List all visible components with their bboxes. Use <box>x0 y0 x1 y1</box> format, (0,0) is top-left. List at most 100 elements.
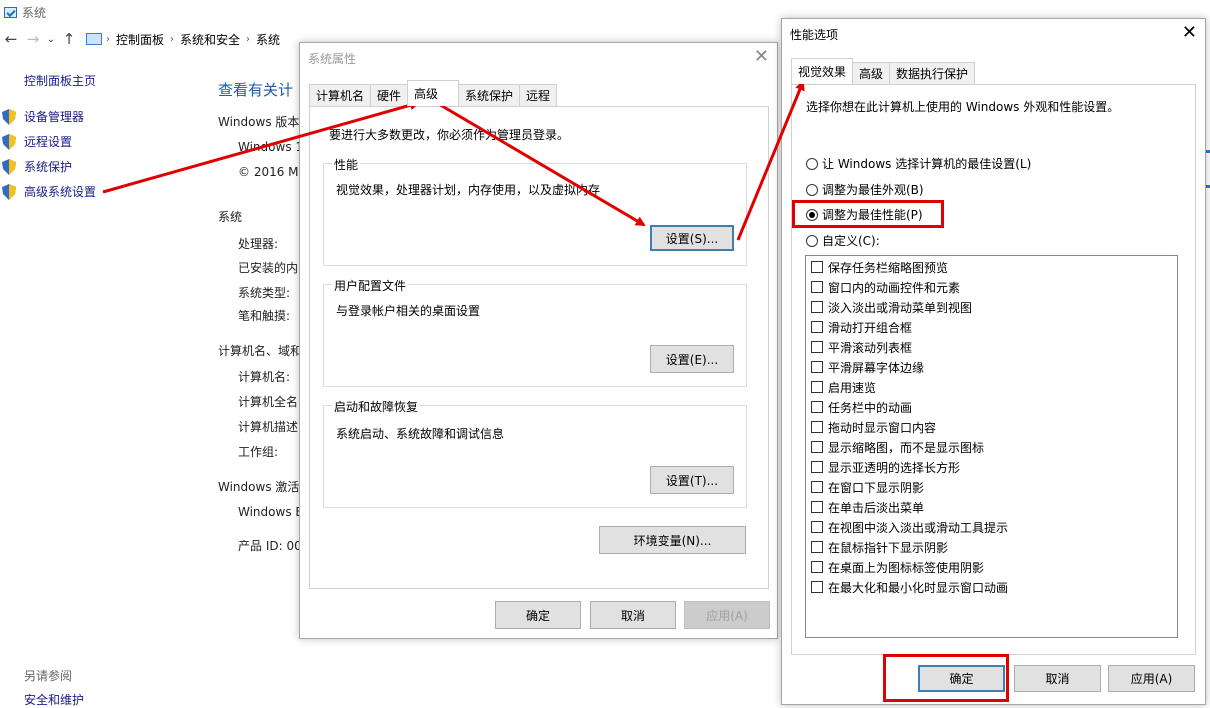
description-label: 计算机描述 <box>238 420 299 434</box>
option-show-thumbnails[interactable]: 显示缩略图，而不是显示图标 <box>811 437 984 457</box>
radio-custom[interactable]: 自定义(C): <box>806 232 880 249</box>
checkbox[interactable] <box>811 501 823 513</box>
page-title: 查看有关计 <box>218 81 294 99</box>
windows-edition-value: Windows 1 <box>238 140 304 154</box>
option-minmax-animation[interactable]: 在最大化和最小化时显示窗口动画 <box>811 577 1008 597</box>
checkbox[interactable] <box>811 401 823 413</box>
startup-recovery-description: 系统启动、系统故障和调试信息 <box>336 427 505 441</box>
computer-name-section-label: 计算机名、域和 <box>218 344 303 358</box>
system-window-icon <box>4 6 17 18</box>
system-properties-cancel-button[interactable]: 取消 <box>590 601 676 629</box>
option-smooth-fonts[interactable]: 平滑屏幕字体边缘 <box>811 357 924 377</box>
shield-icon <box>2 108 16 125</box>
dialog-title: 系统属性 <box>308 51 357 66</box>
option-taskbar-thumbnails[interactable]: 保存任务栏缩略图预览 <box>811 257 948 277</box>
sidebar-item-system-protection[interactable]: 系统保护 <box>2 158 72 175</box>
checkbox[interactable] <box>811 521 823 533</box>
system-properties-apply-button[interactable]: 应用(A) <box>684 601 770 629</box>
option-pointer-shadow[interactable]: 在鼠标指针下显示阴影 <box>811 537 948 557</box>
radio-label: 让 Windows 选择计算机的最佳设置(L) <box>822 157 1032 171</box>
option-translucent-selection[interactable]: 显示亚透明的选择长方形 <box>811 457 960 477</box>
tab-dep[interactable]: 数据执行保护 <box>889 62 976 84</box>
visual-effects-options-list[interactable]: 保存任务栏缩略图预览 窗口内的动画控件和元素 淡入淡出或滑动菜单到视图 滑动打开… <box>805 255 1178 638</box>
radio-button[interactable] <box>806 157 818 170</box>
option-drag-contents[interactable]: 拖动时显示窗口内容 <box>811 417 936 437</box>
performance-options-titlebar: 性能选项 ✕ <box>782 19 1205 49</box>
radio-label: 自定义(C): <box>822 234 880 248</box>
checkbox[interactable] <box>811 561 823 573</box>
checkbox[interactable] <box>811 321 823 333</box>
address-bar: ← → ⌄ ↑ › 控制面板 › 系统和安全 › 系统 <box>0 26 310 52</box>
checkbox[interactable] <box>811 301 823 313</box>
option-fade-menus[interactable]: 淡入淡出或滑动菜单到视图 <box>811 297 972 317</box>
option-fade-tooltips[interactable]: 在视图中淡入淡出或滑动工具提示 <box>811 517 1008 537</box>
breadcrumb-system-security[interactable]: 系统和安全 <box>180 31 240 48</box>
option-window-shadows[interactable]: 在窗口下显示阴影 <box>811 477 924 497</box>
option-taskbar-animation[interactable]: 任务栏中的动画 <box>811 397 912 417</box>
option-fade-after-click[interactable]: 在单击后淡出菜单 <box>811 497 924 517</box>
performance-settings-button[interactable]: 设置(S)... <box>650 225 734 251</box>
shield-icon <box>2 133 16 150</box>
tab-visual-effects[interactable]: 视觉效果 <box>791 58 854 84</box>
breadcrumb-control-panel[interactable]: 控制面板 <box>116 31 164 48</box>
sidebar-item-label: 高级系统设置 <box>24 185 97 199</box>
tab-advanced[interactable]: 高级 <box>852 62 891 84</box>
checkbox[interactable] <box>811 421 823 433</box>
back-arrow-icon[interactable]: ← <box>0 30 22 48</box>
performance-cancel-button[interactable]: 取消 <box>1014 665 1101 692</box>
processor-label: 处理器: <box>238 237 279 251</box>
option-animate-controls[interactable]: 窗口内的动画控件和元素 <box>811 277 960 297</box>
dialog-title: 性能选项 <box>790 27 839 42</box>
system-window-titlebar: 系统 <box>0 0 300 24</box>
recent-dropdown-icon[interactable]: ⌄ <box>44 34 58 45</box>
forward-arrow-icon[interactable]: → <box>22 30 44 48</box>
option-peek[interactable]: 启用速览 <box>811 377 876 397</box>
checkbox[interactable] <box>811 461 823 473</box>
activation-section-label: Windows 激活 <box>218 480 300 494</box>
sidebar-item-label: 设备管理器 <box>24 110 85 124</box>
checkbox[interactable] <box>811 341 823 353</box>
checkbox[interactable] <box>811 581 823 593</box>
tab-remote[interactable]: 远程 <box>519 84 558 106</box>
tab-computer-name[interactable]: 计算机名 <box>309 84 372 106</box>
close-icon[interactable]: ✕ <box>1182 23 1197 43</box>
tab-system-protection[interactable]: 系统保护 <box>458 84 521 106</box>
option-icon-label-shadows[interactable]: 在桌面上为图标标签使用阴影 <box>811 557 984 577</box>
performance-apply-button[interactable]: 应用(A) <box>1108 665 1195 692</box>
checkbox[interactable] <box>811 281 823 293</box>
user-profile-settings-button[interactable]: 设置(E)... <box>650 345 734 373</box>
option-slide-combo[interactable]: 滑动打开组合框 <box>811 317 912 337</box>
environment-variables-button[interactable]: 环境变量(N)... <box>599 526 746 554</box>
breadcrumb-system[interactable]: 系统 <box>256 31 280 48</box>
visual-effects-intro: 选择你想在此计算机上使用的 Windows 外观和性能设置。 <box>806 100 1120 114</box>
tab-hardware[interactable]: 硬件 <box>370 84 409 106</box>
sidebar-item-advanced-settings[interactable]: 高级系统设置 <box>2 183 96 200</box>
checkbox[interactable] <box>811 441 823 453</box>
see-also-label: 另请参阅 <box>24 669 73 683</box>
checkbox[interactable] <box>811 361 823 373</box>
startup-recovery-settings-button[interactable]: 设置(T)... <box>650 466 734 494</box>
checkbox[interactable] <box>811 381 823 393</box>
admin-note: 要进行大多数更改，你必须作为管理员登录。 <box>329 128 570 142</box>
highlight-box-best-performance <box>792 200 944 228</box>
sidebar-item-remote-settings[interactable]: 远程设置 <box>2 133 72 150</box>
checkbox[interactable] <box>811 541 823 553</box>
option-smooth-scroll[interactable]: 平滑滚动列表框 <box>811 337 912 357</box>
checkbox[interactable] <box>811 261 823 273</box>
control-panel-home-link[interactable]: 控制面板主页 <box>24 72 96 89</box>
sidebar-item-device-manager[interactable]: 设备管理器 <box>2 108 84 125</box>
radio-let-windows-choose[interactable]: 让 Windows 选择计算机的最佳设置(L) <box>806 155 1031 172</box>
checkbox[interactable] <box>811 481 823 493</box>
system-properties-ok-button[interactable]: 确定 <box>495 601 581 629</box>
security-maintenance-link[interactable]: 安全和维护 <box>24 691 84 708</box>
up-arrow-icon[interactable]: ↑ <box>58 30 80 48</box>
radio-button[interactable] <box>806 183 818 196</box>
close-icon[interactable]: ✕ <box>754 47 769 67</box>
radio-label: 调整为最佳外观(B) <box>822 183 924 197</box>
tab-advanced[interactable]: 高级 <box>407 80 460 106</box>
highlight-box-ok-button <box>883 654 1009 702</box>
radio-button[interactable] <box>806 234 818 247</box>
radio-best-appearance[interactable]: 调整为最佳外观(B) <box>806 181 924 198</box>
system-type-label: 系统类型: <box>238 286 291 300</box>
user-profile-description: 与登录帐户相关的桌面设置 <box>336 304 481 318</box>
